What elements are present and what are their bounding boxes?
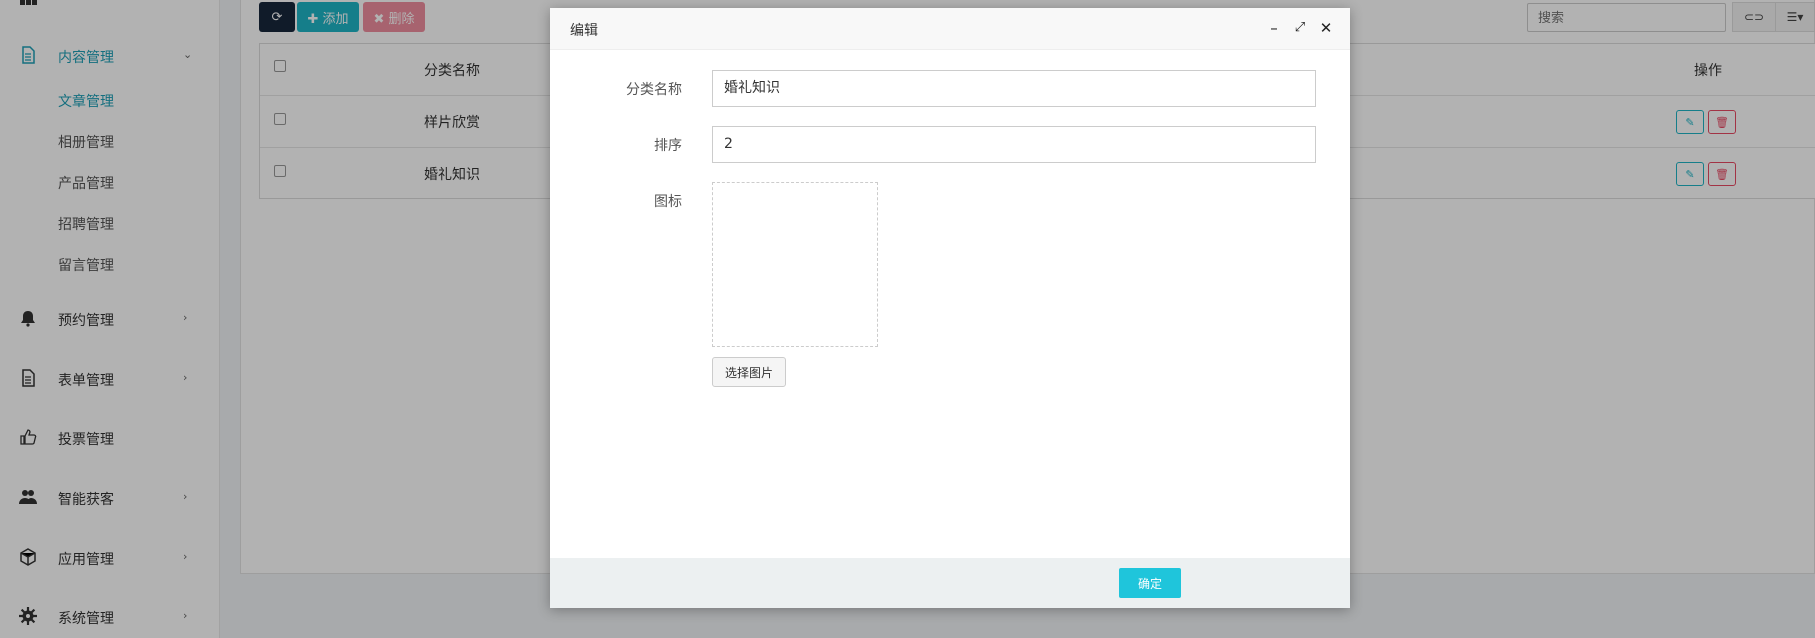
dialog-footer — [550, 558, 1350, 608]
dialog-header: 编辑 – ⤢ ✕ — [550, 8, 1350, 50]
minimize-icon[interactable]: – — [1266, 20, 1282, 36]
icon-label: 图标 — [654, 194, 682, 210]
category-name-label: 分类名称 — [626, 82, 682, 98]
select-image-button[interactable]: 选择图片 — [712, 357, 786, 387]
dialog-title: 编辑 — [570, 23, 598, 39]
sort-input[interactable]: 2 — [712, 126, 1316, 163]
image-preview — [712, 182, 878, 347]
edit-dialog: 编辑 – ⤢ ✕ 分类名称 婚礼知识 排序 2 图标 选择图片 确定 — [550, 8, 1350, 608]
category-name-input[interactable]: 婚礼知识 — [712, 70, 1316, 107]
maximize-icon[interactable]: ⤢ — [1292, 20, 1308, 36]
close-icon[interactable]: ✕ — [1318, 20, 1334, 36]
sort-label: 排序 — [654, 138, 682, 154]
confirm-button[interactable]: 确定 — [1119, 568, 1181, 598]
